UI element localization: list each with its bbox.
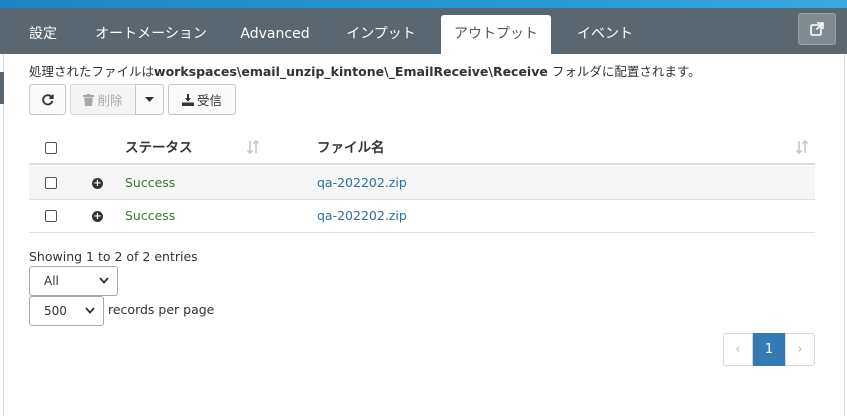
filename-link[interactable]: qa-202202.zip [317,199,407,232]
panel-left-border [3,54,4,416]
tab-settings[interactable]: 設定 [14,15,72,54]
open-external-button[interactable] [798,13,836,45]
tab-input[interactable]: インプット [334,15,428,54]
chevron-down-icon [99,277,109,284]
page-size-value: 500 [44,304,67,318]
pagination-page-1[interactable]: 1 [753,333,785,366]
caret-down-icon [145,96,154,102]
receive-label: 受信 [196,93,222,108]
status-cell: Success [125,208,176,223]
tab-bar: 設定 オートメーション Advanced インプット アウトプット イベント [0,8,847,54]
status-cell: Success [125,175,176,190]
filter-select-value: All [44,274,59,288]
row-checkbox[interactable] [45,177,57,189]
refresh-icon [42,94,54,106]
external-link-icon [810,22,824,36]
table-row[interactable]: + Success qa-202202.zip [29,199,815,233]
filename-link[interactable]: qa-202202.zip [317,166,407,199]
sort-icon[interactable] [246,139,260,155]
expand-plus-icon[interactable]: + [92,178,103,189]
download-icon [181,93,194,106]
select-all-checkbox[interactable] [45,142,57,154]
sort-icon[interactable] [795,139,809,155]
receive-button[interactable]: 受信 [168,84,236,115]
top-accent-strip [0,0,847,8]
chevron-down-icon [85,307,95,314]
delete-dropdown-button[interactable] [135,84,164,115]
trash-icon [83,93,95,106]
table-header: ステータス ファイル名 [29,131,815,165]
pagination-next-button[interactable]: › [785,333,815,366]
info-path: workspaces\email_unzip_kintone\_EmailRec… [154,64,548,79]
row-checkbox[interactable] [45,210,57,222]
panel-left-marker [0,72,4,104]
panel-right-border [844,54,845,416]
info-suffix: フォルダに配置されます。 [547,64,701,79]
delete-label: 削除 [97,93,123,108]
expand-plus-icon[interactable]: + [92,211,103,222]
tab-advanced[interactable]: Advanced [230,15,320,54]
filter-select[interactable]: All [29,266,118,296]
tab-automation[interactable]: オートメーション [86,15,216,54]
page-size-select[interactable]: 500 [29,296,104,326]
info-prefix: 処理されたファイルは [29,64,155,79]
column-header-filename[interactable]: ファイル名 [317,131,385,165]
pagination-prev-button[interactable]: ‹ [723,333,753,366]
refresh-button[interactable] [29,84,66,115]
table-row[interactable]: + Success qa-202202.zip [29,166,815,200]
records-per-page-label: records per page [108,302,215,317]
output-folder-info: 処理されたファイルはworkspaces\email_unzip_kintone… [29,61,701,80]
tab-output[interactable]: アウトプット [441,15,551,54]
delete-button[interactable]: 削除 [70,84,136,115]
column-header-status[interactable]: ステータス [125,131,193,165]
tab-event[interactable]: イベント [565,15,645,54]
entries-info: Showing 1 to 2 of 2 entries [29,249,198,264]
